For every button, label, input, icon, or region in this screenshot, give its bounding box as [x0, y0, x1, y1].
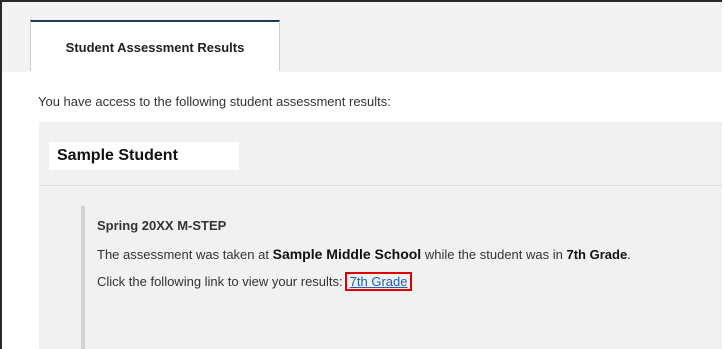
student-panel: Sample Student Spring 20XX M-STEP The as… — [39, 122, 722, 349]
tab-label: Student Assessment Results — [65, 39, 245, 55]
assessment-card: Spring 20XX M-STEP The assessment was ta… — [81, 206, 722, 349]
link-prefix: Click the following link to view your re… — [97, 274, 343, 289]
student-name: Sample Student — [49, 142, 239, 170]
tab-student-assessment-results[interactable]: Student Assessment Results — [30, 20, 280, 72]
description-middle: while the student was in — [424, 247, 563, 262]
description-suffix: . — [627, 247, 631, 262]
results-link-line: Click the following link to view your re… — [97, 272, 413, 291]
app-frame: Student Assessment Results You have acce… — [0, 0, 722, 349]
description-prefix: The assessment was taken at — [97, 247, 269, 262]
assessment-description: The assessment was taken at Sample Middl… — [97, 246, 631, 262]
school-name: Sample Middle School — [272, 246, 422, 262]
main-content: You have access to the following student… — [2, 72, 722, 349]
tab-bar: Student Assessment Results — [2, 2, 722, 73]
grade-level: 7th Grade — [566, 247, 628, 262]
student-header: Sample Student — [39, 122, 722, 186]
intro-text: You have access to the following student… — [38, 94, 391, 109]
results-link-7th-grade[interactable]: 7th Grade — [344, 272, 413, 291]
assessment-title: Spring 20XX M-STEP — [97, 218, 227, 233]
